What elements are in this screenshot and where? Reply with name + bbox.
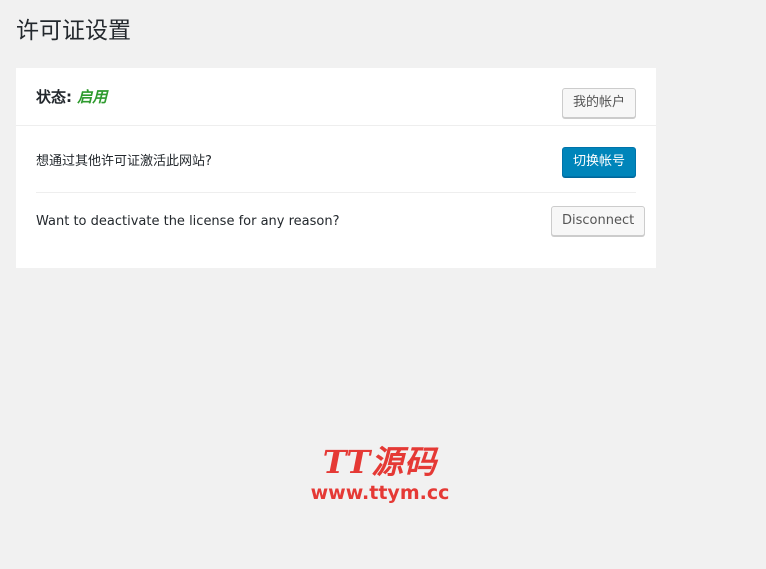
license-status-value: 启用 (77, 88, 108, 106)
watermark-url: www.ttym.cc (310, 482, 450, 504)
disconnect-button[interactable]: Disconnect (551, 206, 646, 236)
disconnect-text: Want to deactivate the license for any r… (36, 214, 340, 229)
my-account-button[interactable]: 我的帐户 (562, 88, 637, 118)
page-title: 许可证设置 (16, 18, 131, 44)
watermark-logo: TT源码 (322, 443, 438, 481)
disconnect-row: Want to deactivate the license for any r… (36, 206, 636, 238)
row-divider (36, 192, 636, 193)
watermark: TT源码 www.ttym.cc (305, 444, 455, 508)
switch-account-button[interactable]: 切换帐号 (562, 147, 637, 177)
license-status: 状态: 启用 (36, 86, 107, 108)
license-status-label: 状态: (36, 88, 72, 106)
license-card: 状态: 启用 我的帐户 想通过其他许可证激活此网站? 切换帐号 Want to … (16, 68, 656, 268)
license-card-header: 状态: 启用 我的帐户 (16, 68, 656, 126)
switch-account-text: 想通过其他许可证激活此网站? (36, 154, 212, 169)
switch-account-row: 想通过其他许可证激活此网站? (36, 146, 636, 178)
